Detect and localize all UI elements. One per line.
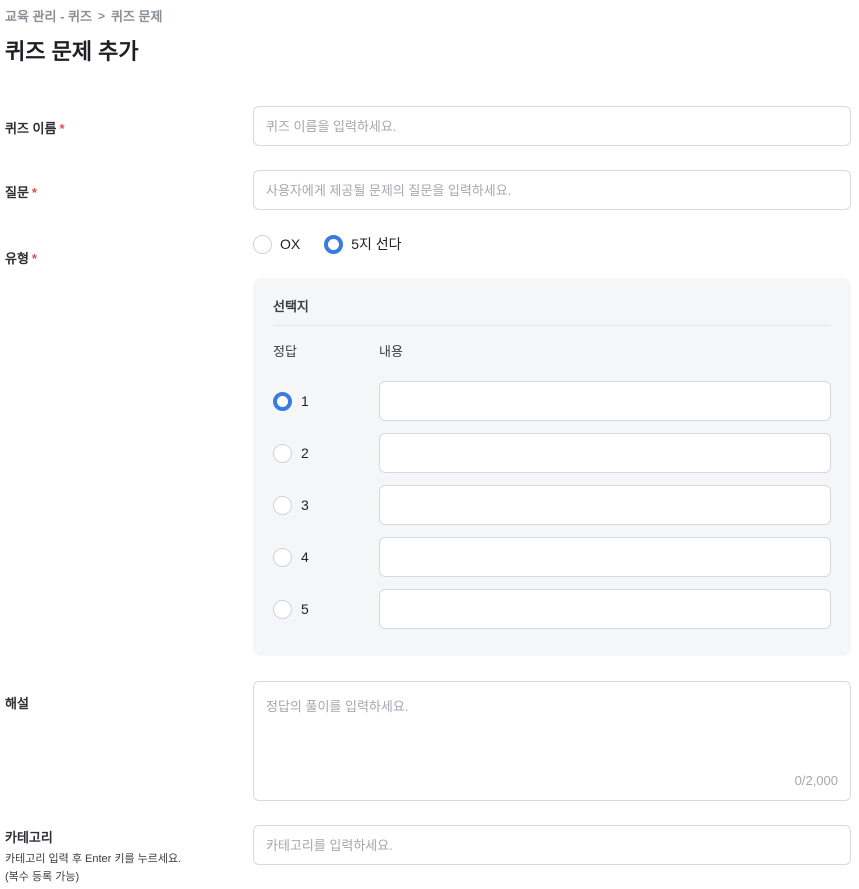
explanation-textarea[interactable]: 정답의 풀이를 입력하세요. 0/2,000 <box>253 681 851 801</box>
breadcrumb-current: 퀴즈 문제 <box>110 9 163 24</box>
category-hint: 카테고리 입력 후 Enter 키를 누르세요. (복수 등록 가능) <box>5 850 181 886</box>
choice-number: 2 <box>301 445 309 461</box>
answer-radio-icon[interactable] <box>273 547 292 567</box>
choice-row: 1 <box>273 381 831 421</box>
choice-row: 2 <box>273 433 831 473</box>
choice-content-input[interactable] <box>379 485 831 525</box>
choice-number: 3 <box>301 497 309 513</box>
chevron-right-icon: > <box>97 8 105 23</box>
type-option-label: OX <box>280 236 301 252</box>
quiz-name-input[interactable] <box>253 106 851 146</box>
answer-radio-icon[interactable] <box>273 495 292 515</box>
question-input[interactable] <box>253 170 851 210</box>
choice-number: 5 <box>301 601 309 617</box>
page-title: 퀴즈 문제 추가 <box>5 39 139 64</box>
radio-unchecked-icon[interactable] <box>253 234 272 254</box>
required-mark: * <box>59 121 65 136</box>
question-label: 질문 * <box>5 185 37 200</box>
content-column-header: 내용 <box>379 344 403 359</box>
category-input[interactable] <box>253 825 851 865</box>
choice-content-input[interactable] <box>379 537 831 577</box>
choice-row: 5 <box>273 589 831 629</box>
quiz-name-label: 퀴즈 이름 * <box>5 121 65 136</box>
type-option-multiple-choice[interactable]: 5지 선다 <box>324 234 402 254</box>
required-mark: * <box>31 251 37 266</box>
radio-checked-icon[interactable] <box>324 234 344 254</box>
choices-panel: 선택지 정답 내용 1 2 3 4 5 <box>253 278 851 656</box>
type-label: 유형 * <box>5 251 37 266</box>
category-hint-line: 카테고리 입력 후 Enter 키를 누르세요. <box>5 853 182 865</box>
choice-row: 3 <box>273 485 831 525</box>
choice-number: 4 <box>301 549 309 565</box>
answer-radio-icon[interactable] <box>273 599 292 619</box>
type-option-ox[interactable]: OX <box>253 234 301 254</box>
category-label: 카테고리 <box>5 830 53 845</box>
character-count: 0/2,000 <box>794 773 838 788</box>
explanation-label: 해설 <box>5 696 29 711</box>
type-radio-group: OX 5지 선다 <box>253 234 402 254</box>
choices-title: 선택지 <box>273 299 309 314</box>
answer-column-header: 정답 <box>273 344 297 359</box>
type-option-label: 5지 선다 <box>351 236 402 252</box>
choice-content-input[interactable] <box>379 381 831 421</box>
answer-radio-checked-icon[interactable] <box>273 391 292 411</box>
category-hint-line: (복수 등록 가능) <box>5 871 80 883</box>
choice-content-input[interactable] <box>379 433 831 473</box>
breadcrumb: 교육 관리 - 퀴즈 > 퀴즈 문제 <box>5 6 162 25</box>
divider <box>273 325 831 326</box>
choice-number: 1 <box>301 393 309 409</box>
answer-radio-icon[interactable] <box>273 443 292 463</box>
choice-row: 4 <box>273 537 831 577</box>
required-mark: * <box>31 185 37 200</box>
explanation-placeholder: 정답의 풀이를 입력하세요. <box>266 699 409 714</box>
breadcrumb-parent[interactable]: 교육 관리 - 퀴즈 <box>5 6 92 25</box>
choice-content-input[interactable] <box>379 589 831 629</box>
